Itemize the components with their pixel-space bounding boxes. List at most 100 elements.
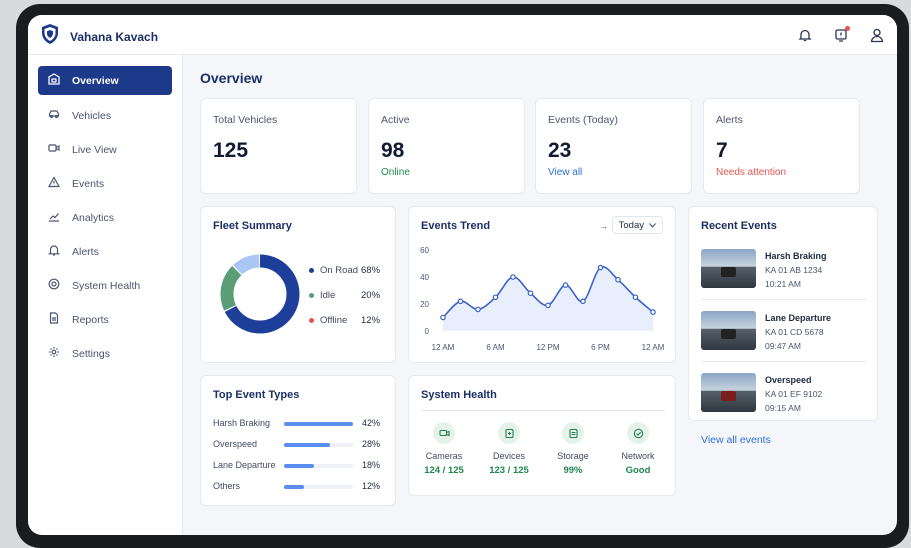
health-value: Good — [625, 465, 651, 476]
sidebar-item-alerts[interactable]: Alerts — [38, 237, 172, 266]
y-tick-label: 0 — [425, 327, 430, 336]
y-tick-label: 20 — [420, 300, 429, 309]
stat-value: 23 — [548, 139, 572, 162]
stat-status-attention: Needs attention — [716, 167, 787, 178]
sidebar-item-live-view[interactable]: Live View — [38, 135, 172, 164]
event-time: 09:15 AM — [765, 403, 801, 413]
bar-track — [284, 464, 353, 468]
sidebar-item-label: Analytics — [72, 211, 115, 224]
bar-fill — [284, 422, 353, 426]
time-range-dropdown[interactable]: Today — [611, 216, 663, 234]
stat-label: Total Vehicles — [213, 114, 278, 126]
alert-device-icon[interactable] — [831, 25, 851, 45]
health-storage[interactable]: Storage 99% — [548, 422, 598, 476]
sidebar-item-label: Live View — [72, 143, 117, 156]
bar-fill — [284, 464, 314, 468]
trend-point — [562, 282, 569, 288]
sidebar-item-label: Overview — [72, 74, 119, 87]
gear-icon — [48, 346, 60, 361]
sidebar-item-events[interactable]: Events — [38, 169, 172, 198]
warning-icon — [47, 176, 61, 191]
user-profile-icon[interactable] — [867, 25, 887, 45]
event-thumbnail — [701, 311, 756, 350]
sidebar-item-analytics[interactable]: Analytics — [38, 203, 172, 232]
trend-point — [597, 264, 604, 271]
stat-card-total-vehicles[interactable]: Total Vehicles 125 — [200, 98, 357, 194]
view-all-events-link[interactable]: View all events — [701, 434, 771, 446]
storage-icon — [562, 422, 584, 444]
health-network[interactable]: Network Good — [613, 422, 663, 476]
notification-bell-icon[interactable] — [795, 25, 815, 45]
legend-on-road: On Road 68% — [309, 265, 382, 276]
recent-events-card: Recent Events Harsh Braking KA 01 AB 123… — [688, 206, 878, 421]
trend-point — [475, 306, 481, 313]
bar-track — [284, 443, 353, 447]
stat-card-alerts[interactable]: Alerts 7 Needs attention — [703, 98, 860, 194]
health-devices[interactable]: Devices 123 / 125 — [484, 422, 534, 476]
recent-event-item[interactable]: Harsh Braking KA 01 AB 1234 10:21 AM — [701, 249, 865, 304]
event-type-label: Others — [213, 481, 241, 491]
sidebar-item-label: System Health — [72, 279, 141, 292]
dropdown-value: Today — [618, 219, 644, 231]
expand-arrow-icon[interactable]: → — [599, 221, 608, 231]
trend-area — [443, 266, 653, 331]
stat-label: Events (Today) — [548, 114, 619, 126]
sidebar-item-label: Vehicles — [72, 109, 112, 122]
event-title: Harsh Braking — [765, 251, 827, 261]
event-type-value: 28% — [362, 439, 381, 449]
trend-point — [650, 309, 656, 315]
health-cameras[interactable]: Cameras 124 / 125 — [419, 422, 469, 476]
divider — [421, 410, 665, 411]
page-title: Overview — [200, 70, 263, 86]
x-tick-label: 12 PM — [536, 343, 559, 352]
event-type-label: Overspeed — [213, 439, 258, 449]
sidebar-item-label: Settings — [72, 347, 110, 360]
event-type-row: Overspeed 28% — [213, 439, 381, 451]
sidebar-item-overview[interactable]: Overview — [38, 66, 172, 95]
event-type-label: Harsh Braking — [213, 418, 271, 428]
recent-event-item[interactable]: Overspeed KA 01 EF 9102 09:15 AM — [701, 373, 865, 428]
event-plate: KA 01 CD 5678 — [765, 327, 824, 337]
card-title: Fleet Summary — [213, 220, 292, 232]
sidebar-item-label: Events — [72, 177, 105, 190]
app-screen: Vahana Kavach Overview Vehicles Live Vie… — [28, 15, 897, 535]
analytics-icon — [48, 210, 60, 225]
legend-swatch — [309, 318, 314, 323]
health-name: Cameras — [425, 451, 463, 461]
video-icon — [48, 142, 60, 157]
trend-point — [457, 298, 464, 305]
legend-value: 68% — [361, 265, 381, 276]
brand[interactable]: Vahana Kavach — [40, 23, 158, 50]
trend-point — [545, 302, 551, 309]
event-thumbnail — [701, 373, 756, 412]
event-thumbnail — [701, 249, 756, 288]
sidebar-item-system-health[interactable]: System Health — [38, 271, 172, 300]
top-event-types-card: Top Event Types Harsh Braking 42% Oversp… — [200, 375, 396, 506]
divider — [701, 361, 867, 362]
view-all-events-link[interactable]: View all — [548, 167, 582, 178]
stat-value: 7 — [716, 139, 728, 162]
trend-point — [615, 276, 621, 283]
sidebar-item-settings[interactable]: Settings — [38, 339, 172, 368]
recent-event-item[interactable]: Lane Departure KA 01 CD 5678 09:47 AM — [701, 311, 865, 366]
stat-status-online: Online — [381, 167, 410, 178]
fleet-summary-card: Fleet Summary On Road 68% Idle 20% Offli… — [200, 206, 396, 363]
fleet-donut-chart — [220, 254, 300, 334]
health-value: 99% — [563, 465, 583, 476]
sidebar-item-reports[interactable]: Reports — [38, 305, 172, 334]
stat-card-active[interactable]: Active 98 Online — [368, 98, 525, 194]
events-trend-chart: 0 20 40 60 12 AM 6 AM 12 PM 6 PM 12 AM — [420, 246, 665, 352]
bell-icon — [47, 244, 61, 259]
bar-track — [284, 422, 353, 426]
sidebar-item-vehicles[interactable]: Vehicles — [38, 101, 172, 130]
camera-icon — [433, 422, 455, 444]
stat-value: 125 — [213, 139, 249, 162]
legend-label: Offline — [320, 315, 348, 326]
stat-card-events-today[interactable]: Events (Today) 23 View all — [535, 98, 692, 194]
trend-point — [440, 314, 446, 321]
health-name: Devices — [492, 451, 525, 461]
legend-label: Idle — [320, 290, 336, 301]
trend-point — [632, 294, 639, 301]
x-tick-label: 6 AM — [486, 343, 505, 352]
health-value: 123 / 125 — [489, 465, 529, 476]
